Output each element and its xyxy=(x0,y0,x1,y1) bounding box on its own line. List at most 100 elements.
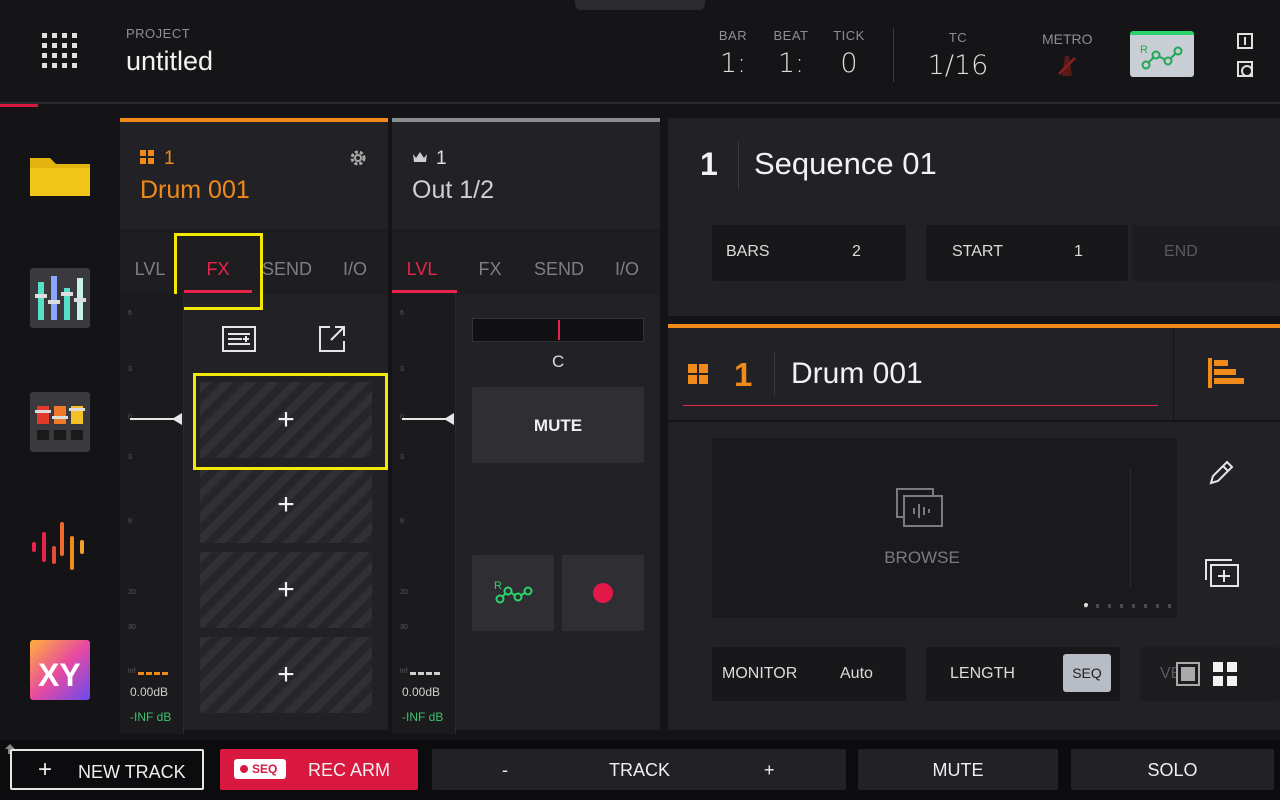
add-fx-plus: + xyxy=(277,658,295,691)
monitor-field[interactable]: MONITOR Auto xyxy=(712,647,906,701)
volume-fader-handle[interactable] xyxy=(444,413,454,425)
pad-grid-icon[interactable] xyxy=(1213,662,1237,686)
start-label: START xyxy=(952,243,1003,260)
new-track-button[interactable]: + NEW TRACK xyxy=(10,749,204,790)
automation-r-label: R xyxy=(494,580,502,592)
beat-value: 1: xyxy=(777,48,805,79)
end-label: END xyxy=(1164,243,1198,260)
bars-label: BARS xyxy=(726,243,770,260)
tab-io[interactable]: I/O xyxy=(325,259,385,280)
level-meter: 6 3 0 3 9 20 30 inf xyxy=(392,294,456,734)
rec-arm-button[interactable]: SEQ REC ARM xyxy=(220,749,418,790)
tab-lvl[interactable]: LVL xyxy=(392,259,452,280)
add-fx-plus: + xyxy=(277,573,295,606)
open-external-icon[interactable] xyxy=(317,324,347,354)
tick-value: 0 xyxy=(840,48,858,79)
track-next-button[interactable]: + xyxy=(764,760,775,781)
track-number: 1 xyxy=(734,356,753,393)
volume-fader-handle[interactable] xyxy=(172,413,182,425)
rec-dot-icon xyxy=(240,765,248,773)
fx-insert-slot-3[interactable]: + xyxy=(200,552,372,628)
track-view-icon[interactable] xyxy=(1208,358,1244,388)
length-field[interactable]: LENGTH SEQ xyxy=(926,647,1120,701)
top-pull-tab[interactable] xyxy=(575,0,705,10)
add-fx-plus: + xyxy=(277,488,295,521)
tc-value: 1/16 xyxy=(927,50,989,81)
new-track-plus-icon: + xyxy=(38,756,53,783)
tc-label: TC xyxy=(948,30,968,45)
automation-r-label: R xyxy=(1140,44,1148,56)
tick-label: TICK xyxy=(833,28,865,43)
meter-tick: 3 xyxy=(128,454,132,461)
fx-insert-slot-4[interactable]: + xyxy=(200,637,372,713)
bar-label: BAR xyxy=(718,28,748,43)
tab-io[interactable]: I/O xyxy=(597,259,657,280)
track-name[interactable]: Drum 001 xyxy=(791,357,923,391)
mute-button[interactable]: MUTE xyxy=(472,387,644,463)
window-toggle-icon[interactable] xyxy=(1176,662,1200,686)
tick-counter[interactable]: TICK 0 xyxy=(824,28,874,79)
browse-label: BROWSE xyxy=(884,548,960,567)
track-header-bottom xyxy=(668,420,1280,422)
tab-send[interactable]: SEND xyxy=(257,259,317,280)
beat-counter[interactable]: BEAT 1: xyxy=(766,28,816,79)
automation-button[interactable]: R xyxy=(1130,31,1194,77)
track-header-divider xyxy=(1173,328,1174,420)
track-panel: 1 Drum 001 BROWSE MONITOR Auto LENGTH SE… xyxy=(668,324,1280,730)
beat-label: BEAT xyxy=(773,28,809,43)
bars-value: 2 xyxy=(852,243,861,260)
seq-badge: SEQ xyxy=(234,759,286,779)
track-name-underline xyxy=(683,405,1158,406)
input-monitor-icon[interactable] xyxy=(1237,33,1253,49)
sequence-name[interactable]: Sequence 01 xyxy=(754,146,937,182)
strip-name[interactable]: Out 1/2 xyxy=(412,176,494,205)
mode-sidebar: XY xyxy=(0,108,118,740)
velocity-field[interactable]: VEL xyxy=(1140,647,1280,701)
channel-mixer-icon[interactable] xyxy=(30,392,90,452)
length-seq-toggle[interactable]: SEQ xyxy=(1063,654,1111,692)
fx-insert-slot-2[interactable]: + xyxy=(200,467,372,543)
record-arm-button[interactable] xyxy=(562,555,644,631)
bars-field[interactable]: BARS 2 xyxy=(712,225,906,281)
strip-number: 1 xyxy=(436,148,447,169)
meter-tick: 3 xyxy=(400,366,404,373)
mixer-icon[interactable] xyxy=(30,268,90,328)
insert-list-icon[interactable] xyxy=(222,326,256,352)
folder-icon[interactable] xyxy=(30,144,90,204)
solo-track-button[interactable]: SOLO xyxy=(1071,749,1274,790)
level-meter: 6 3 0 3 9 20 30 inf xyxy=(120,294,184,734)
tab-lvl[interactable]: LVL xyxy=(120,259,180,280)
solo-label: SOLO xyxy=(1147,760,1198,780)
strip-name[interactable]: Drum 001 xyxy=(140,176,250,205)
xyfx-icon[interactable]: XY xyxy=(30,640,90,700)
sample-edit-icon[interactable] xyxy=(30,516,90,576)
pencil-edit-icon[interactable] xyxy=(1206,458,1236,488)
top-bar: PROJECT untitled BAR 1: BEAT 1: TICK 0 T… xyxy=(0,0,1280,104)
end-field[interactable]: END xyxy=(1132,225,1280,281)
automation-read-button[interactable]: R xyxy=(472,555,554,631)
mute-track-button[interactable]: MUTE xyxy=(858,749,1058,790)
track-select-control[interactable]: - TRACK + xyxy=(432,749,846,790)
start-field[interactable]: START 1 xyxy=(926,225,1128,281)
add-sample-icon[interactable] xyxy=(1204,558,1240,588)
drum-program-icon xyxy=(688,364,708,384)
channel-strip-output: 1 Out 1/2 LVL FX SEND I/O 6 3 0 3 9 20 3… xyxy=(392,118,660,734)
header-progress-indicator xyxy=(0,104,38,107)
main-menu-icon[interactable] xyxy=(42,33,78,69)
timing-correct-counter[interactable]: TC 1/16 xyxy=(917,30,999,81)
sample-browse-area[interactable]: BROWSE xyxy=(712,438,1177,618)
meter-tick: 3 xyxy=(128,366,132,373)
project-name[interactable]: untitled xyxy=(126,46,213,77)
pan-slider[interactable] xyxy=(472,318,644,342)
bar-counter[interactable]: BAR 1: xyxy=(708,28,758,79)
mute-label: MUTE xyxy=(932,760,984,780)
settings-gear-icon[interactable] xyxy=(348,148,368,168)
track-divider xyxy=(774,352,775,396)
tab-send[interactable]: SEND xyxy=(529,259,589,280)
tab-fx[interactable]: FX xyxy=(460,259,520,280)
meter-tick: 30 xyxy=(400,624,408,631)
output-monitor-icon[interactable] xyxy=(1237,61,1253,77)
track-prev-button[interactable]: - xyxy=(502,760,508,781)
metronome-muted-icon[interactable] xyxy=(1053,52,1081,80)
header-divider xyxy=(893,28,894,82)
